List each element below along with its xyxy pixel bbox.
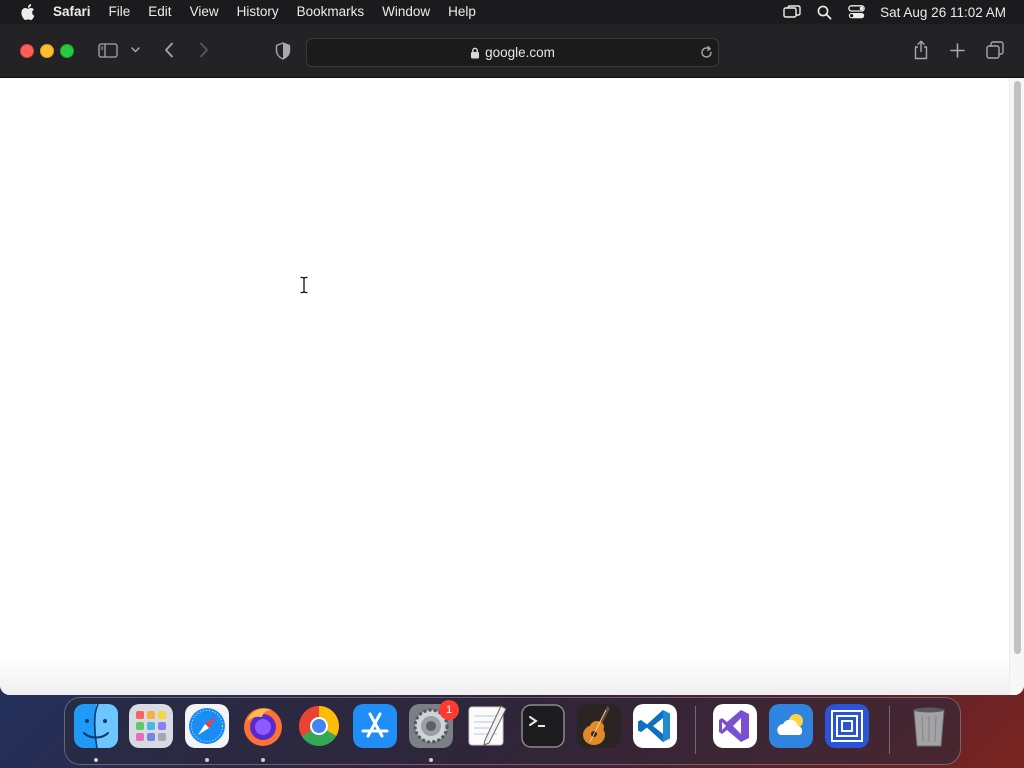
spotlight-search-icon[interactable] [813, 0, 835, 24]
share-icon[interactable] [911, 39, 931, 61]
minimize-window-button[interactable] [40, 44, 54, 58]
dock-terminal-icon[interactable] [521, 704, 565, 748]
dock-textedit-icon[interactable] [465, 704, 509, 748]
screen-mirroring-icon[interactable] [781, 0, 803, 24]
dock-chrome-icon[interactable] [297, 704, 341, 748]
sidebar-toggle-icon[interactable] [97, 41, 118, 59]
dock-separator [889, 706, 890, 754]
close-window-button[interactable] [20, 44, 34, 58]
web-page-content[interactable] [0, 78, 1024, 695]
reload-icon[interactable] [698, 44, 714, 60]
address-bar[interactable]: google.com [306, 38, 719, 67]
lock-icon [470, 47, 480, 59]
app-menu[interactable]: Safari [45, 0, 100, 24]
safari-window: google.com [0, 24, 1024, 695]
dock-safari-icon[interactable] [185, 704, 229, 748]
notification-badge: 1 [439, 700, 459, 720]
dock-firefox-icon[interactable] [241, 704, 285, 748]
dock-weather-icon[interactable] [769, 704, 813, 748]
dock-finder-icon[interactable] [74, 704, 118, 748]
dock-visual-studio-icon[interactable] [713, 704, 757, 748]
scrollbar-thumb[interactable] [1014, 81, 1021, 654]
scrollbar-track[interactable] [1009, 78, 1024, 695]
forward-button[interactable] [195, 41, 213, 59]
menu-window[interactable]: Window [373, 0, 439, 24]
back-button[interactable] [160, 41, 178, 59]
dock-garageband-icon[interactable] [577, 704, 621, 748]
dock-separator [695, 706, 696, 754]
menu-history[interactable]: History [228, 0, 288, 24]
dock-screen-sharing-icon[interactable] [825, 704, 869, 748]
new-tab-icon[interactable] [948, 41, 966, 59]
dock-running-dot [261, 758, 265, 762]
browser-toolbar: google.com [0, 24, 1024, 78]
chevron-down-icon[interactable] [129, 43, 141, 57]
menu-bar: Safari File Edit View History Bookmarks … [0, 0, 1024, 24]
privacy-shield-icon[interactable] [273, 41, 293, 61]
menu-help[interactable]: Help [439, 0, 485, 24]
dock-launchpad-icon[interactable] [129, 704, 173, 748]
menubar-clock[interactable]: Sat Aug 26 11:02 AM [880, 5, 1006, 20]
tab-overview-icon[interactable] [985, 40, 1005, 60]
text-cursor-icon [299, 276, 309, 294]
menu-view[interactable]: View [181, 0, 228, 24]
dock-running-dot [205, 758, 209, 762]
url-text: google.com [485, 45, 555, 60]
page-bottom-shade [0, 659, 1010, 695]
dock-vscode-icon[interactable] [633, 704, 677, 748]
dock-trash-icon[interactable] [907, 704, 951, 748]
control-center-icon[interactable] [845, 0, 867, 24]
apple-menu-icon[interactable] [17, 2, 37, 22]
menu-bookmarks[interactable]: Bookmarks [288, 0, 374, 24]
dock-running-dot [94, 758, 98, 762]
dock [64, 697, 961, 765]
menu-file[interactable]: File [100, 0, 140, 24]
dock-app-store-icon[interactable] [353, 704, 397, 748]
dock-running-dot [429, 758, 433, 762]
maximize-window-button[interactable] [60, 44, 74, 58]
menu-edit[interactable]: Edit [139, 0, 180, 24]
